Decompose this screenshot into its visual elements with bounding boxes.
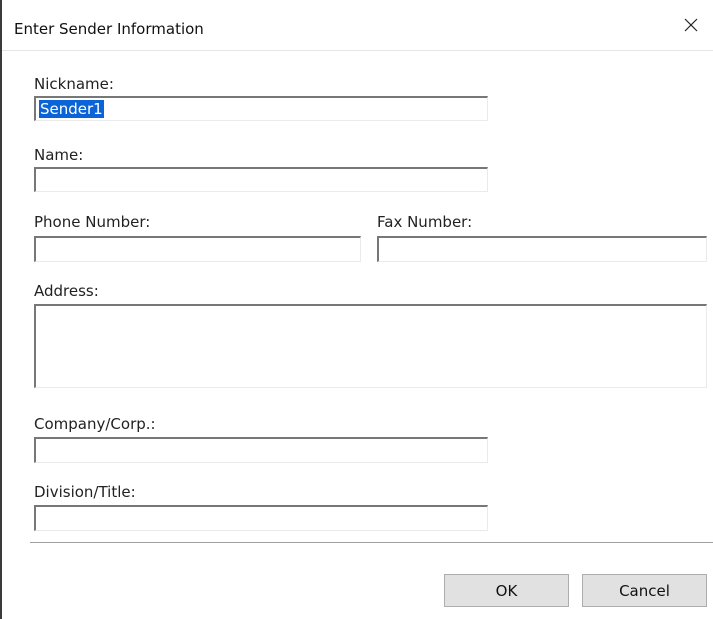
company-field[interactable]	[34, 437, 488, 463]
phone-number-label: Phone Number:	[34, 213, 151, 231]
division-label: Division/Title:	[34, 483, 136, 501]
title-bar: Enter Sender Information	[2, 0, 713, 51]
window-border	[0, 0, 2, 619]
cancel-button[interactable]: Cancel	[582, 574, 707, 607]
fax-number-field[interactable]	[377, 236, 707, 262]
company-label: Company/Corp.:	[34, 415, 156, 433]
sender-info-dialog: Enter Sender Information Nickname: Sende…	[0, 0, 713, 619]
address-label: Address:	[34, 282, 99, 300]
close-icon	[684, 18, 698, 32]
separator	[30, 542, 713, 544]
division-field[interactable]	[34, 505, 488, 531]
dialog-title: Enter Sender Information	[14, 20, 204, 38]
nickname-field[interactable]: Sender1	[34, 96, 488, 121]
name-field[interactable]	[34, 167, 488, 192]
phone-number-field[interactable]	[34, 236, 361, 262]
ok-button[interactable]: OK	[444, 574, 569, 607]
fax-number-label: Fax Number:	[377, 213, 473, 231]
nickname-label: Nickname:	[34, 75, 114, 93]
address-field[interactable]	[34, 304, 707, 388]
close-button[interactable]	[669, 0, 713, 50]
nickname-value: Sender1	[39, 100, 104, 118]
name-label: Name:	[34, 146, 84, 164]
